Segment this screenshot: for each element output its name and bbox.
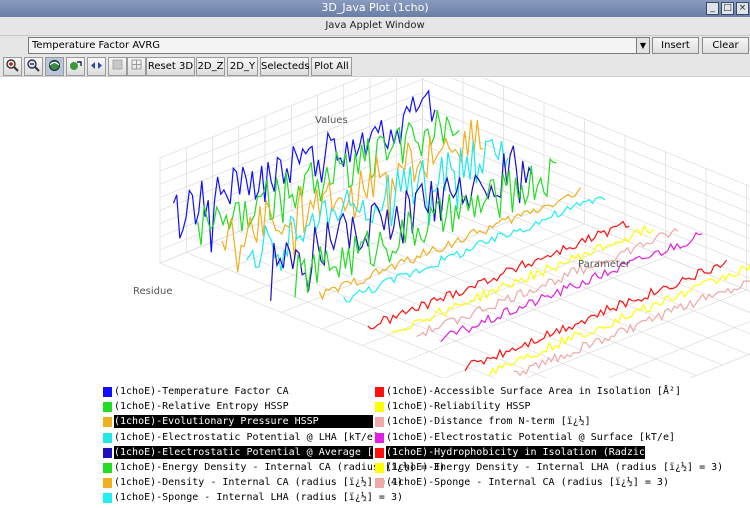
reset-3d-button[interactable]: Reset 3D: [146, 57, 195, 76]
legend-item[interactable]: (1choE)-Energy Density - Internal CA (ra…: [103, 462, 445, 474]
legend-item[interactable]: (1choE)-Energy Density - Internal LHA (r…: [375, 462, 723, 474]
grid-line: [291, 210, 697, 376]
legend-item[interactable]: (1choE)-Density - Internal CA (radius [ï…: [103, 477, 403, 489]
legend-swatch: [103, 387, 112, 397]
axis-parameter-label: Parameter: [578, 259, 631, 270]
legend-label: (1choE)-Evolutionary Pressure HSSP: [114, 415, 373, 429]
legend-swatch: [375, 463, 384, 473]
legend-item[interactable]: (1choE)-Electrostatic Potential @ LHA [k…: [103, 432, 379, 444]
grid-line: [317, 199, 723, 366]
rotate-icon[interactable]: [45, 57, 64, 76]
legend-swatch: [375, 417, 384, 428]
legend-item[interactable]: (1choE)-Temperature Factor CA: [103, 386, 373, 398]
legend-item[interactable]: (1choE)-Accessible Surface Area in Isola…: [375, 386, 681, 398]
applet-window-label: Java Applet Window: [0, 17, 750, 36]
legend-label: (1choE)-Sponge - Internal CA (radius [ï¿…: [386, 477, 669, 489]
series-line: [464, 259, 727, 372]
legend-swatch: [375, 387, 384, 397]
close-button[interactable]: ×: [736, 2, 749, 15]
maximize-button[interactable]: □: [721, 2, 734, 15]
series-line: [513, 280, 750, 377]
legend-swatch: [103, 417, 112, 428]
plot-all-button[interactable]: Plot All: [311, 57, 352, 76]
window-title: 3D_Java Plot (1cho): [321, 1, 429, 14]
legend-label: (1choE)-Energy Density - Internal LHA (r…: [386, 462, 724, 473]
chevron-down-icon[interactable]: ▼: [636, 38, 649, 53]
2d-z-button[interactable]: 2D_Z: [196, 57, 225, 76]
series-line: [416, 227, 679, 338]
legend-swatch: [375, 432, 384, 443]
toolbar: Reset 3D 2D_Z 2D_Y Selecteds Plot All: [0, 55, 750, 77]
legend-label: (1choE)-Electrostatic Potential @ Surfac…: [386, 431, 675, 443]
grid-line: [422, 92, 750, 227]
legend-swatch: [103, 463, 112, 473]
legend-label: (1choE)-Accessible Surface Area in Isola…: [386, 386, 682, 397]
legend-swatch: [103, 493, 112, 504]
legend-swatch: [375, 402, 384, 413]
legend-item[interactable]: (1choE)-Electrostatic Potential @ Surfac…: [375, 432, 675, 444]
zoom-in-icon[interactable]: [3, 57, 22, 76]
grid-line: [564, 353, 750, 429]
series-line: [367, 220, 630, 330]
axis-values-label: Values: [315, 115, 348, 126]
parameter-dropdown-value: Temperature Factor AVRG: [32, 40, 161, 51]
legend-label: (1choE)-Electrostatic Potential @ Averag…: [114, 445, 403, 459]
legend-item[interactable]: (1choE)-Evolutionary Pressure HSSP: [103, 415, 373, 429]
legend-item[interactable]: (1choE)-Sponge - Internal LHA (radius [ï…: [103, 492, 403, 504]
legend-swatch: [103, 478, 112, 489]
zoom-out-icon[interactable]: [24, 57, 43, 76]
blank-icon[interactable]: [108, 57, 127, 76]
selector-row: Temperature Factor AVRG ▼ Insert Clear: [0, 36, 750, 55]
legend-label: (1choE)-Relative Entropy HSSP: [114, 401, 289, 413]
plot-canvas[interactable]: Values Parameter Residue: [0, 52, 750, 429]
legend-swatch: [375, 478, 384, 489]
parameter-dropdown[interactable]: Temperature Factor AVRG ▼: [28, 37, 650, 54]
legend-item[interactable]: (1choE)-Hydrophobicity in Isolation (Rad…: [375, 445, 663, 459]
legend-label: (1choE)-Reliability HSSP: [386, 401, 531, 413]
minimize-button[interactable]: _: [706, 2, 719, 15]
legend-swatch: [375, 447, 384, 458]
2d-y-button[interactable]: 2D_Y: [227, 57, 258, 76]
legend-label: (1choE)-Electrostatic Potential @ LHA [k…: [114, 431, 379, 443]
legend-swatch: [103, 402, 112, 413]
selecteds-button[interactable]: Selecteds: [260, 57, 310, 76]
legend-label: (1choE)-Distance from N-term [ï¿½]: [386, 416, 591, 428]
series-line: [392, 224, 655, 333]
3d-plot[interactable]: [0, 52, 750, 429]
axis-residue-label: Residue: [133, 286, 173, 297]
legend-label: (1choE)-Hydrophobicity in Isolation (Rad…: [386, 445, 663, 459]
legend-item[interactable]: (1choE)-Distance from N-term [ï¿½]: [375, 416, 645, 428]
legend-swatch: [103, 432, 112, 443]
grid-icon[interactable]: [127, 57, 146, 76]
clear-button[interactable]: Clear: [702, 37, 749, 54]
fit-icon[interactable]: [87, 57, 106, 76]
pan-icon[interactable]: [66, 57, 85, 76]
legend-item[interactable]: (1choE)-Electrostatic Potential @ Averag…: [103, 445, 403, 459]
legend-item[interactable]: (1choE)-Reliability HSSP: [375, 401, 645, 413]
legend-swatch: [103, 447, 112, 458]
legend-label: (1choE)-Density - Internal CA (radius [ï…: [114, 477, 403, 489]
insert-button[interactable]: Insert: [652, 37, 699, 54]
legend-item[interactable]: (1choE)-Relative Entropy HSSP: [103, 401, 373, 413]
legend-label: (1choE)-Sponge - Internal LHA (radius [ï…: [114, 492, 403, 504]
legend-label: (1choE)-Temperature Factor CA: [114, 386, 289, 397]
window-titlebar: 3D_Java Plot (1cho) _ □ ×: [0, 0, 750, 17]
grid-line: [422, 144, 750, 279]
legend-item[interactable]: (1choE)-Sponge - Internal CA (radius [ï¿…: [375, 477, 669, 489]
plot-series: [172, 89, 750, 377]
